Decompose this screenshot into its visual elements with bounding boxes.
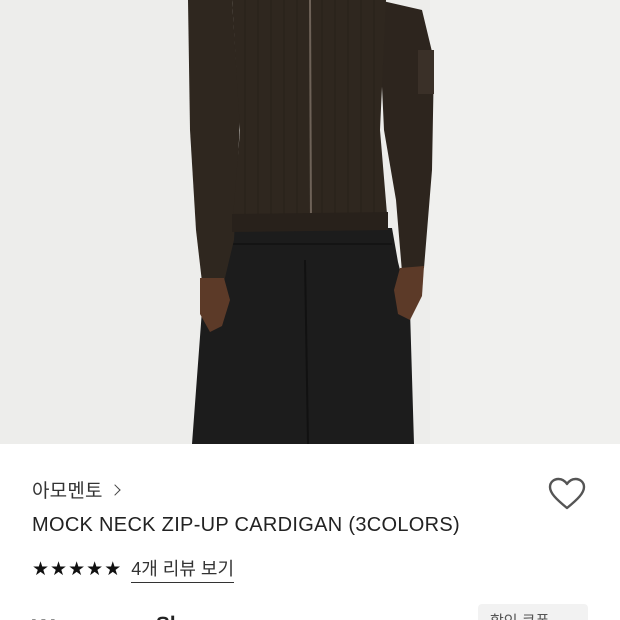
rating-row: ★ ★ ★ ★ ★ 4개 리뷰 보기 [32, 555, 235, 583]
brand-name: 아모멘토 [32, 481, 103, 502]
star-rating: ★ ★ ★ ★ ★ [32, 560, 121, 579]
chevron-right-icon [109, 484, 121, 496]
star-icon: ★ [104, 558, 122, 580]
star-icon: ★ [68, 558, 86, 580]
product-photo-illustration [0, 0, 620, 444]
product-detail-page: 아모멘토 MOCK NECK ZIP-UP CARDIGAN (3COLORS)… [0, 0, 620, 620]
star-icon: ★ [86, 558, 104, 580]
star-icon: ★ [32, 558, 50, 580]
brand-link[interactable]: 아모멘토 [32, 476, 121, 503]
coupon-chip[interactable]: 할인 쿠폰 [478, 604, 588, 620]
product-image[interactable] [0, 0, 620, 444]
product-title: MOCK NECK ZIP-UP CARDIGAN (3COLORS) [32, 514, 460, 536]
price: ₩ ___,___ 원 [32, 608, 177, 620]
review-count-link[interactable]: 4개 리뷰 보기 [131, 555, 235, 583]
wishlist-button[interactable] [546, 474, 588, 514]
heart-outline-icon [548, 477, 586, 510]
star-icon: ★ [50, 558, 68, 580]
